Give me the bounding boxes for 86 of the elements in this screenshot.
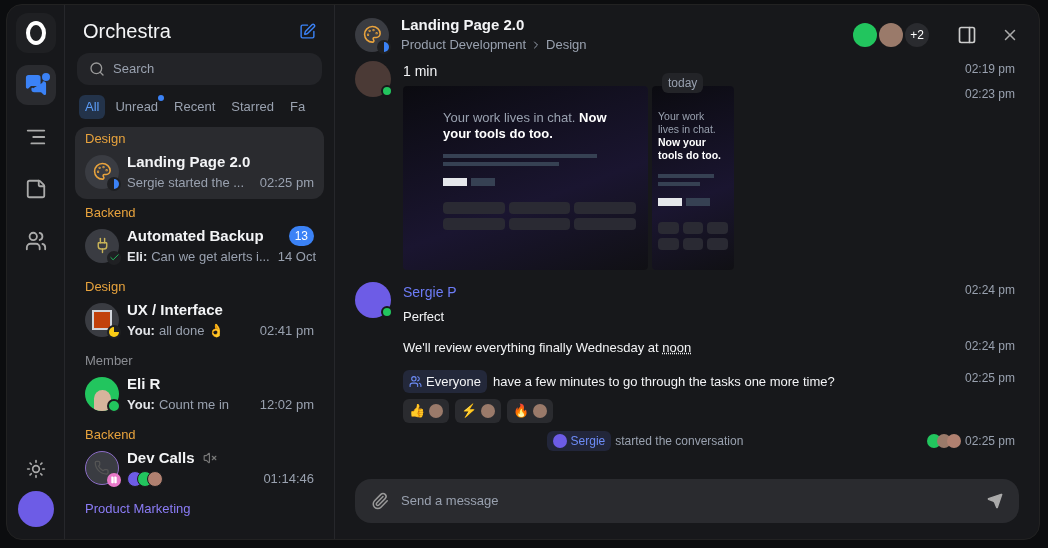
author-name[interactable]: 1 min xyxy=(403,60,438,82)
author-avatar[interactable] xyxy=(355,281,391,318)
message-time: 02:25 pm xyxy=(964,432,1015,449)
chat-preview: all done 👌 xyxy=(158,322,225,340)
chat-item[interactable]: Backend Automated Backup 13 Eli: Can we get alerts i... 14 Oct xyxy=(75,200,324,273)
message-text: Perfect xyxy=(403,307,445,326)
palette-avatar xyxy=(85,154,119,189)
theme-toggle-icon[interactable] xyxy=(25,459,46,479)
filter-tab[interactable]: Unread xyxy=(109,95,165,119)
chat-preview: Count me in xyxy=(158,396,229,414)
filter-tab[interactable]: Fa xyxy=(283,95,312,119)
chat-name: UX / Interface xyxy=(127,299,223,320)
event-text: started the conversation xyxy=(615,432,744,449)
message-time: 02:24 pm xyxy=(964,281,1015,298)
reaction-chip[interactable]: 🔥 xyxy=(507,399,553,423)
palette-avatar xyxy=(355,17,389,52)
chat-time: 14 Oct xyxy=(277,248,317,266)
search-icon xyxy=(89,61,105,77)
breadcrumb-item[interactable]: Product Development xyxy=(401,35,526,55)
chat-sender: Eli: xyxy=(127,248,148,266)
chat-category: Member xyxy=(85,352,134,369)
side-panel-icon[interactable] xyxy=(957,24,977,45)
chats-nav-icon[interactable] xyxy=(15,65,56,105)
chat-name: Dev Calls xyxy=(127,447,195,468)
message-time: 02:23 pm xyxy=(964,85,1015,102)
phone-avatar xyxy=(85,450,119,485)
image-avatar xyxy=(85,302,119,337)
reaction-chip[interactable]: 👍 xyxy=(403,399,449,423)
date-divider: today xyxy=(662,73,704,93)
chat-category: Backend xyxy=(85,204,137,221)
message-text: We'll review everything finally Wednesday at noon xyxy=(403,339,692,357)
message-time: 02:25 pm xyxy=(964,369,1015,386)
attach-icon[interactable] xyxy=(371,492,389,510)
member-avatar[interactable] xyxy=(853,22,877,47)
chat-category: Backend xyxy=(85,426,137,443)
extra-members-count[interactable]: +2 xyxy=(905,22,929,47)
filter-tab[interactable]: All xyxy=(79,95,106,119)
chat-item[interactable]: Product Marketing xyxy=(75,496,324,527)
chat-category: Design xyxy=(85,130,127,147)
chat-category: Design xyxy=(85,278,127,295)
mention-tag[interactable]: Everyone xyxy=(403,369,487,393)
seen-avatars xyxy=(926,433,961,448)
chat-time: 12:02 pm xyxy=(259,396,314,414)
send-icon[interactable] xyxy=(987,493,1003,509)
muted-icon xyxy=(202,450,217,465)
chat-name: Automated Backup xyxy=(127,225,264,246)
chat-name: Landing Page 2.0 xyxy=(127,151,251,172)
member-avatar[interactable] xyxy=(879,22,903,47)
app-title: Orchestra xyxy=(83,19,171,44)
chat-item[interactable]: Member Eli R You: Count me in 12:02 pm xyxy=(75,348,324,421)
website-screenshot[interactable]: Your work lives in chat. Now your tools do too. xyxy=(403,85,648,270)
filter-tab[interactable]: Recent xyxy=(168,95,222,119)
message-time: 02:24 pm xyxy=(964,338,1015,354)
breadcrumb-item[interactable]: Design xyxy=(546,35,587,55)
chat-title: Landing Page 2.0 xyxy=(401,15,526,35)
chat-time: 01:14:46 xyxy=(263,470,314,488)
author-name[interactable]: Sergie P xyxy=(403,281,457,303)
chat-name: Eli R xyxy=(127,373,161,394)
chat-time: 02:25 pm xyxy=(259,174,314,192)
chat-sender: You: xyxy=(127,322,155,340)
actor-tag[interactable]: Sergie xyxy=(546,430,612,451)
chat-preview: Sergie started the ... xyxy=(127,174,245,192)
chat-preview: Can we get alerts i... xyxy=(151,248,270,266)
chat-category: Product Marketing xyxy=(85,500,192,517)
filter-tab[interactable]: Starred xyxy=(225,95,280,119)
chat-item[interactable]: Backend Dev Calls 01:14:46 xyxy=(75,422,324,495)
screenshot-headline: Your work lives in chat. Now your tools do too. xyxy=(658,109,722,162)
message-time: 02:19 pm xyxy=(964,60,1015,77)
chat-item[interactable]: Design UX / Interface You: all done 👌 02:41 pm xyxy=(75,274,324,347)
user-avatar[interactable] xyxy=(17,491,54,527)
author-avatar[interactable] xyxy=(355,60,391,97)
message-text: have a few minutes to go through the tasks one more time? xyxy=(492,372,835,391)
search-field[interactable]: Search xyxy=(77,53,322,85)
screenshot-headline: Your work lives in chat. Now your tools do too. xyxy=(443,109,608,142)
message-composer[interactable]: Send a message xyxy=(355,479,1019,523)
chat-time: 02:41 pm xyxy=(259,322,314,340)
reaction-chip[interactable]: ⚡ xyxy=(455,399,501,423)
plug-avatar xyxy=(85,228,119,263)
app-logo[interactable] xyxy=(15,13,56,53)
chat-item[interactable]: Design Landing Page 2.0 Sergie started the ... 02:25 pm xyxy=(75,126,324,199)
participant-avatars xyxy=(127,470,163,487)
group-icon xyxy=(409,374,422,388)
person-avatar xyxy=(85,376,119,411)
unread-count: 13 xyxy=(288,225,314,246)
chat-sender: You: xyxy=(127,396,155,414)
compose-icon[interactable] xyxy=(299,22,316,40)
